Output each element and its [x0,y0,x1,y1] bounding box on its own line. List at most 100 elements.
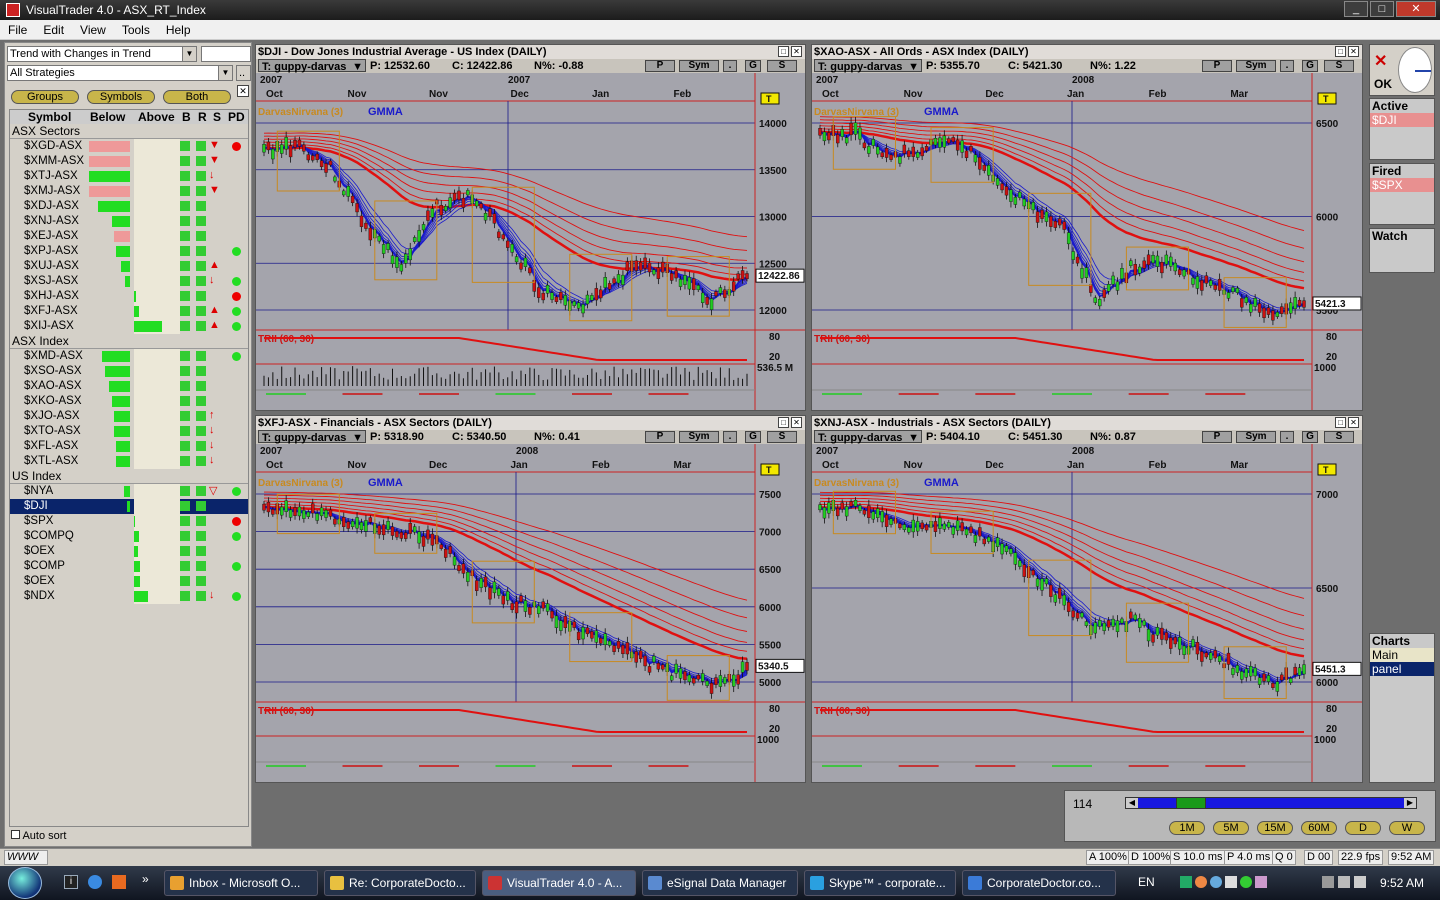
chart-panel-xao[interactable]: $XAO-ASX - All Ords - ASX Index (DAILY) … [811,44,1363,411]
ok-button[interactable]: OK [1374,77,1392,91]
g-button[interactable]: G [1302,431,1318,443]
list-item[interactable]: $OEX [10,574,248,589]
list-item[interactable]: $XMM-ASX ▼ [10,154,248,169]
s-button[interactable]: S [1324,60,1354,72]
sym-button[interactable]: Sym [679,431,719,443]
list-item[interactable]: $XFL-ASX ↓ [10,439,248,454]
taskbar-item[interactable]: VisualTrader 4.0 - A... [482,870,636,896]
s-button[interactable]: S [767,60,797,72]
tray-icon[interactable] [1255,876,1267,888]
more-button[interactable]: .. [236,65,251,81]
minimize-button[interactable]: _ [1344,1,1368,17]
list-item[interactable]: $XKO-ASX [10,394,248,409]
template-select[interactable]: T: guppy-darvas ▼ [258,59,366,74]
timeframe-60m[interactable]: 60M [1301,821,1337,835]
chart-panel-xnj[interactable]: $XNJ-ASX - Industrials - ASX Sectors (DA… [811,415,1363,783]
sym-button[interactable]: Sym [679,60,719,72]
menu-edit[interactable]: Edit [35,23,72,37]
charts-item-panel[interactable]: panel [1370,662,1434,676]
price-chart[interactable]: 2007 2008Oct Nov Dec Jan Feb Mar650060005500Da… [812,73,1362,410]
list-item[interactable]: $COMP [10,559,248,574]
sym-button[interactable]: Sym [1236,60,1276,72]
list-item[interactable]: $NYA ▽ [10,484,248,499]
col-symbol[interactable]: Symbol [28,110,71,124]
active-item[interactable]: $DJI [1370,113,1434,127]
auto-sort-toggle[interactable]: Auto sort [11,830,66,842]
tab-both[interactable]: Both [163,90,231,104]
price-chart[interactable]: 2007 2008 Oct Nov Dec Jan Feb Mar 7500 7000 6500 60… [256,444,805,782]
close-icon[interactable]: ✕ [1348,417,1359,428]
list-item[interactable]: $XAO-ASX [10,379,248,394]
g-button[interactable]: G [745,60,761,72]
list-item[interactable]: $XEJ-ASX [10,229,248,244]
price-chart[interactable]: 2007 2007 Oct Nov Nov Dec Jan Feb 14000 13500 1300… [256,73,805,410]
quicklaunch-more-icon[interactable]: » [142,872,149,886]
info-icon[interactable]: i [64,875,78,889]
col-above[interactable]: Above [138,110,175,124]
group-header[interactable]: ASX Index [10,334,248,349]
col-pd[interactable]: PD [228,110,245,124]
chevron-down-icon[interactable]: ▼ [218,66,232,80]
list-item[interactable]: $XHJ-ASX [10,289,248,304]
start-button[interactable] [8,867,42,899]
network-status-icon[interactable] [1338,876,1350,888]
menu-file[interactable]: File [0,23,35,37]
taskbar-item[interactable]: eSignal Data Manager [642,870,798,896]
restore-icon[interactable]: □ [1335,417,1346,428]
list-item[interactable]: $XNJ-ASX [10,214,248,229]
col-s[interactable]: S [213,110,221,124]
group-header[interactable]: ASX Sectors [10,124,248,139]
close-icon[interactable]: ✕ [791,417,802,428]
browser-icon[interactable] [88,875,102,889]
timeframe-5m[interactable]: 5M [1213,821,1249,835]
dot-button[interactable]: . [723,60,737,72]
close-icon[interactable]: ✕ [791,46,802,57]
chevron-down-icon[interactable]: ▼ [182,47,196,61]
scroll-thumb[interactable] [1176,797,1207,809]
menu-tools[interactable]: Tools [114,23,158,37]
tray-app-icon[interactable] [1195,876,1207,888]
taskbar-item[interactable]: CorporateDoctor.co... [962,870,1116,896]
chevron-down-icon[interactable]: ▼ [352,60,363,74]
taskbar-item[interactable]: Inbox - Microsoft O... [164,870,318,896]
timeframe-1m[interactable]: 1M [1169,821,1205,835]
dot-button[interactable]: . [1280,60,1294,72]
tray-icon[interactable] [1225,876,1237,888]
list-item[interactable]: $XIJ-ASX ▲ [10,319,248,334]
list-item[interactable]: $XDJ-ASX [10,199,248,214]
command-input[interactable]: WWW [4,850,48,865]
p-button[interactable]: P [645,60,675,72]
list-item[interactable]: $XGD-ASX ▼ [10,139,248,154]
col-b[interactable]: B [182,110,191,124]
cancel-icon[interactable]: ✕ [1374,51,1387,71]
group-header[interactable]: US Index [10,469,248,484]
template-select[interactable]: T: guppy-darvas ▼ [814,59,922,73]
tab-symbols[interactable]: Symbols [87,90,155,104]
taskbar-item[interactable]: Skype™ - corporate... [804,870,956,896]
dot-button[interactable]: . [1280,431,1294,443]
list-item[interactable]: $COMPQ [10,529,248,544]
list-item[interactable]: $DJI [10,499,248,514]
sync-icon[interactable] [1240,876,1252,888]
taskbar-item[interactable]: Re: CorporateDocto... [324,870,476,896]
restore-icon[interactable]: □ [778,46,789,57]
volume-icon[interactable] [1354,876,1366,888]
timeframe-d[interactable]: D [1345,821,1381,835]
template-select[interactable]: T: guppy-darvas ▼ [814,430,922,445]
dot-button[interactable]: . [723,431,737,443]
list-item[interactable]: $NDX ↓ [10,589,248,604]
col-below[interactable]: Below [90,110,125,124]
template-select[interactable]: T: guppy-darvas ▼ [258,430,366,444]
g-button[interactable]: G [745,431,761,443]
list-item[interactable]: $XMD-ASX [10,349,248,364]
display-icon[interactable] [1322,876,1334,888]
scroll-left-icon[interactable]: ◀ [1126,798,1138,808]
list-item[interactable]: $OEX [10,544,248,559]
auto-sort-checkbox[interactable] [11,830,20,839]
timeframe-15m[interactable]: 15M [1257,821,1293,835]
restore-icon[interactable]: □ [778,417,789,428]
p-button[interactable]: P [1202,60,1232,72]
sym-button[interactable]: Sym [1236,431,1276,443]
chevron-down-icon[interactable]: ▼ [908,431,919,445]
restore-icon[interactable]: □ [1335,46,1346,57]
